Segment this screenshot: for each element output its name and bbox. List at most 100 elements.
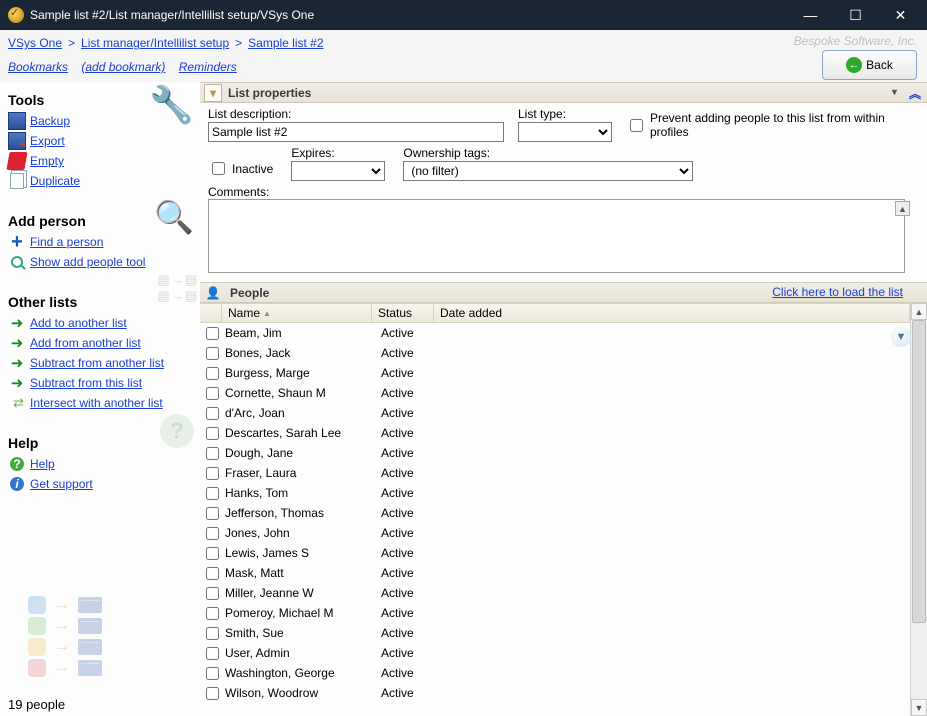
- add-to-another-list-link[interactable]: Add to another list: [30, 316, 127, 330]
- cell-name: Wilson, Woodrow: [225, 686, 381, 700]
- table-row[interactable]: Mask, MattActive: [200, 563, 910, 583]
- row-checkbox[interactable]: [206, 507, 219, 520]
- sidebar: 🔧 Tools Backup Export Empty Duplicate 🔍 …: [0, 82, 200, 716]
- table-row[interactable]: Smith, SueActive: [200, 623, 910, 643]
- people-header[interactable]: 👤 People Click here to load the list: [200, 282, 927, 303]
- inactive-checkbox-wrap[interactable]: Inactive: [208, 159, 273, 178]
- column-checkbox[interactable]: [200, 304, 222, 322]
- list-properties-title: List properties: [228, 86, 311, 100]
- bookmarks-link[interactable]: Bookmarks: [8, 60, 68, 74]
- table-row[interactable]: Descartes, Sarah LeeActive: [200, 423, 910, 443]
- comments-textarea[interactable]: [208, 199, 905, 273]
- table-row[interactable]: Burgess, MargeActive: [200, 363, 910, 383]
- cell-status: Active: [381, 626, 449, 640]
- row-checkbox[interactable]: [206, 627, 219, 640]
- duplicate-link[interactable]: Duplicate: [30, 174, 80, 188]
- load-list-link[interactable]: Click here to load the list: [772, 285, 903, 299]
- list-properties-header[interactable]: ▾ List properties ▾ ︽: [200, 82, 927, 103]
- maximize-button[interactable]: ☐: [833, 0, 878, 30]
- row-checkbox[interactable]: [206, 407, 219, 420]
- prevent-add-checkbox-wrap[interactable]: Prevent adding people to this list from …: [626, 111, 913, 141]
- cell-name: Pomeroy, Michael M: [225, 606, 381, 620]
- vertical-scrollbar[interactable]: ▲ ▼: [910, 303, 927, 716]
- add-bookmark-link[interactable]: (add bookmark): [81, 60, 165, 74]
- help-link[interactable]: Help: [30, 457, 55, 471]
- panel-caret-icon[interactable]: ▾: [892, 87, 897, 98]
- row-checkbox[interactable]: [206, 487, 219, 500]
- column-name[interactable]: Name▲: [222, 304, 372, 322]
- row-checkbox[interactable]: [206, 667, 219, 680]
- ownership-tags-select[interactable]: (no filter): [403, 161, 693, 181]
- grid-header-row: Name▲ Status Date added: [200, 303, 910, 323]
- table-row[interactable]: Fraser, LauraActive: [200, 463, 910, 483]
- row-checkbox[interactable]: [206, 427, 219, 440]
- table-row[interactable]: Washington, GeorgeActive: [200, 663, 910, 683]
- row-checkbox[interactable]: [206, 647, 219, 660]
- table-row[interactable]: Jefferson, ThomasActive: [200, 503, 910, 523]
- back-button[interactable]: ← Back: [822, 50, 917, 80]
- minimize-button[interactable]: —: [788, 0, 833, 30]
- intersect-with-another-list-link[interactable]: Intersect with another list: [30, 396, 163, 410]
- row-checkbox[interactable]: [206, 327, 219, 340]
- backup-link[interactable]: Backup: [30, 114, 70, 128]
- empty-link[interactable]: Empty: [30, 154, 64, 168]
- cell-status: Active: [381, 326, 449, 340]
- cell-name: Dough, Jane: [225, 446, 381, 460]
- panel-collapse-icon[interactable]: ︽: [909, 85, 921, 102]
- help-icon: ?: [10, 457, 24, 471]
- cell-name: Beam, Jim: [225, 326, 381, 340]
- row-checkbox[interactable]: [206, 587, 219, 600]
- row-checkbox[interactable]: [206, 367, 219, 380]
- table-row[interactable]: Miller, Jeanne WActive: [200, 583, 910, 603]
- row-checkbox[interactable]: [206, 347, 219, 360]
- export-link[interactable]: Export: [30, 134, 65, 148]
- breadcrumb-list-manager[interactable]: List manager/Intellilist setup: [81, 36, 229, 50]
- table-row[interactable]: Hanks, TomActive: [200, 483, 910, 503]
- list-type-select[interactable]: [518, 122, 612, 142]
- prevent-add-checkbox[interactable]: [630, 119, 643, 132]
- row-checkbox[interactable]: [206, 547, 219, 560]
- table-row[interactable]: Jones, JohnActive: [200, 523, 910, 543]
- people-icon: 👤: [204, 284, 222, 302]
- row-checkbox[interactable]: [206, 567, 219, 580]
- scroll-thumb[interactable]: [912, 320, 926, 623]
- subtract-from-this-list-link[interactable]: Subtract from this list: [30, 376, 142, 390]
- list-type-label: List type:: [518, 107, 612, 121]
- expires-select[interactable]: [291, 161, 385, 181]
- wrench-icon: 🔧: [149, 84, 194, 126]
- table-row[interactable]: Dough, JaneActive: [200, 443, 910, 463]
- row-checkbox[interactable]: [206, 527, 219, 540]
- branding-text: Bespoke Software, Inc.: [794, 34, 917, 48]
- column-status[interactable]: Status: [372, 304, 434, 322]
- row-checkbox[interactable]: [206, 687, 219, 700]
- close-button[interactable]: ✕: [878, 0, 923, 30]
- scroll-down-button[interactable]: ▼: [911, 699, 927, 716]
- list-description-input[interactable]: [208, 122, 504, 142]
- row-checkbox[interactable]: [206, 467, 219, 480]
- row-checkbox[interactable]: [206, 447, 219, 460]
- table-row[interactable]: Lewis, James SActive: [200, 543, 910, 563]
- scroll-up-button[interactable]: ▲: [911, 303, 927, 320]
- column-date-added[interactable]: Date added: [434, 304, 910, 322]
- reminders-link[interactable]: Reminders: [179, 60, 237, 74]
- get-support-link[interactable]: Get support: [30, 477, 93, 491]
- table-row[interactable]: Pomeroy, Michael MActive: [200, 603, 910, 623]
- table-row[interactable]: Bones, JackActive: [200, 343, 910, 363]
- filter-icon[interactable]: ▼: [891, 327, 911, 347]
- add-from-another-list-link[interactable]: Add from another list: [30, 336, 141, 350]
- show-add-people-tool-link[interactable]: Show add people tool: [30, 255, 145, 269]
- breadcrumb-vsys-one[interactable]: VSys One: [8, 36, 62, 50]
- table-row[interactable]: User, AdminActive: [200, 643, 910, 663]
- table-row[interactable]: d'Arc, JoanActive: [200, 403, 910, 423]
- breadcrumb-sample-list[interactable]: Sample list #2: [248, 36, 323, 50]
- row-checkbox[interactable]: [206, 387, 219, 400]
- top-links: Bookmarks (add bookmark) Reminders: [8, 50, 919, 74]
- scroll-up-icon[interactable]: ▲: [895, 201, 910, 216]
- subtract-from-another-list-link[interactable]: Subtract from another list: [30, 356, 164, 370]
- row-checkbox[interactable]: [206, 607, 219, 620]
- table-row[interactable]: Wilson, WoodrowActive: [200, 683, 910, 703]
- table-row[interactable]: Cornette, Shaun MActive: [200, 383, 910, 403]
- find-a-person-link[interactable]: Find a person: [30, 235, 103, 249]
- inactive-checkbox[interactable]: [212, 162, 225, 175]
- table-row[interactable]: Beam, JimActive: [200, 323, 910, 343]
